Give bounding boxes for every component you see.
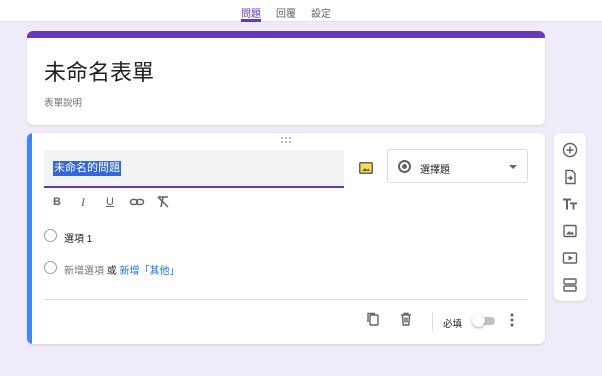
add-option-link[interactable]: 新增選項 xyxy=(64,266,104,277)
add-other-link[interactable]: 新增「其他」 xyxy=(120,266,180,277)
add-section-icon[interactable] xyxy=(562,277,578,293)
required-label: 必填 xyxy=(443,319,463,330)
question-type-dropdown[interactable]: 選擇題 xyxy=(387,149,528,183)
side-toolbar xyxy=(554,133,586,301)
add-option-radio xyxy=(44,261,57,274)
title-card-accent-bar xyxy=(27,31,545,38)
question-title-input[interactable]: 未命名的問題 xyxy=(44,150,344,188)
dropdown-caret-icon xyxy=(509,165,517,169)
link-icon[interactable] xyxy=(129,194,145,210)
bold-icon[interactable]: B xyxy=(49,194,65,210)
tab-responses[interactable]: 回覆 xyxy=(276,5,296,22)
tab-questions[interactable]: 問題 xyxy=(241,5,261,22)
radio-button-icon xyxy=(398,160,411,173)
add-image-button[interactable] xyxy=(352,154,380,182)
form-description[interactable]: 表單說明 xyxy=(44,95,82,109)
add-option-row: 新增選項 或 新增「其他」 xyxy=(44,261,244,277)
add-question-icon[interactable] xyxy=(562,142,578,158)
image-icon xyxy=(359,162,373,174)
or-text: 或 xyxy=(106,266,117,277)
clear-format-icon[interactable] xyxy=(155,194,171,210)
option-label[interactable]: 選項 1 xyxy=(64,230,92,245)
option-row[interactable]: 選項 1 xyxy=(44,229,164,245)
footer-divider xyxy=(44,299,528,300)
import-questions-icon[interactable] xyxy=(562,169,578,185)
required-toggle[interactable] xyxy=(472,314,496,327)
underline-icon[interactable]: U xyxy=(102,194,118,210)
question-card[interactable]: 未命名的問題 選擇題 B I U 選項 1 新增選項 或 新增「其他」 必填 xyxy=(27,133,545,344)
more-options-icon[interactable] xyxy=(506,312,518,328)
option-radio[interactable] xyxy=(44,229,57,242)
question-type-label: 選擇題 xyxy=(420,165,450,176)
question-title-text: 未命名的問題 xyxy=(53,161,121,176)
duplicate-icon[interactable] xyxy=(365,311,381,327)
active-card-indicator xyxy=(27,133,32,344)
footer-separator xyxy=(432,313,433,331)
add-video-icon[interactable] xyxy=(562,250,578,266)
italic-icon[interactable]: I xyxy=(75,194,91,210)
drag-handle-icon[interactable] xyxy=(280,136,292,144)
delete-icon[interactable] xyxy=(398,311,414,327)
add-image-icon[interactable] xyxy=(562,223,578,239)
form-title[interactable]: 未命名表單 xyxy=(44,55,154,87)
add-title-icon[interactable] xyxy=(562,196,578,212)
top-tab-bar: 問題 回覆 設定 xyxy=(0,0,602,22)
toggle-knob xyxy=(472,314,485,327)
form-title-card: 未命名表單 表單說明 xyxy=(27,31,545,125)
tab-settings[interactable]: 設定 xyxy=(311,5,331,22)
